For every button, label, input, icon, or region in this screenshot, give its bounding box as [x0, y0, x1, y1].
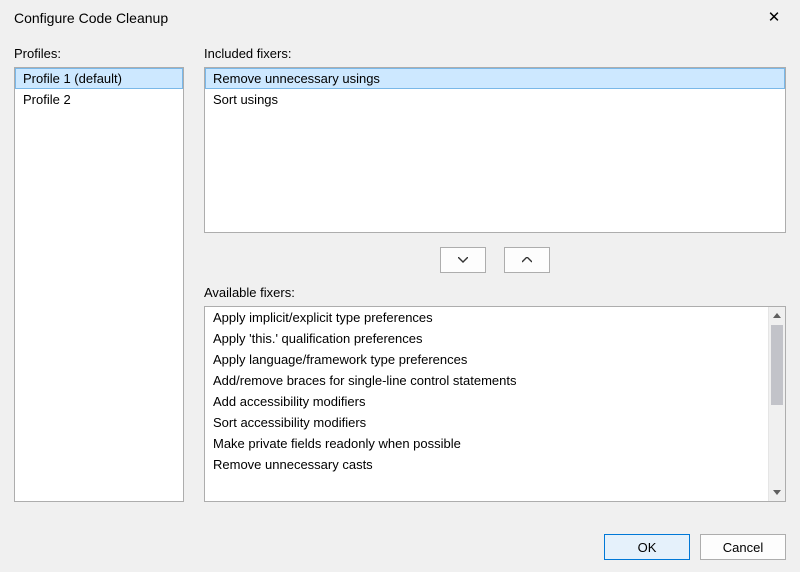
available-item[interactable]: Add/remove braces for single-line contro…	[205, 370, 768, 391]
profiles-listbox[interactable]: Profile 1 (default) Profile 2	[14, 67, 184, 502]
close-icon[interactable]: ✕	[760, 8, 788, 28]
scroll-up-icon[interactable]	[769, 307, 785, 324]
included-listbox[interactable]: Remove unnecessary usings Sort usings	[204, 67, 786, 233]
available-item[interactable]: Remove unnecessary casts	[205, 454, 768, 475]
ok-button[interactable]: OK	[604, 534, 690, 560]
available-item[interactable]: Apply language/framework type preference…	[205, 349, 768, 370]
available-section: Available fixers: Apply implicit/explici…	[204, 285, 786, 502]
scroll-down-icon[interactable]	[769, 484, 785, 501]
titlebar: Configure Code Cleanup ✕	[0, 0, 800, 32]
move-down-button[interactable]	[440, 247, 486, 273]
available-items: Apply implicit/explicit type preferences…	[205, 307, 768, 501]
available-item[interactable]: Add accessibility modifiers	[205, 391, 768, 412]
available-item[interactable]: Apply implicit/explicit type preferences	[205, 307, 768, 328]
cancel-button[interactable]: Cancel	[700, 534, 786, 560]
content-area: Profiles: Profile 1 (default) Profile 2 …	[0, 32, 800, 502]
included-item[interactable]: Sort usings	[205, 89, 785, 110]
profiles-column: Profiles: Profile 1 (default) Profile 2	[14, 46, 184, 502]
window-title: Configure Code Cleanup	[14, 10, 168, 26]
move-buttons	[204, 233, 786, 279]
scroll-thumb[interactable]	[771, 325, 783, 405]
included-label: Included fixers:	[204, 46, 786, 61]
available-listbox[interactable]: Apply implicit/explicit type preferences…	[204, 306, 786, 502]
chevron-down-icon	[458, 255, 468, 266]
available-item[interactable]: Make private fields readonly when possib…	[205, 433, 768, 454]
scrollbar[interactable]	[768, 307, 785, 501]
dialog-footer: OK Cancel	[604, 534, 786, 560]
included-item[interactable]: Remove unnecessary usings	[205, 68, 785, 89]
available-item[interactable]: Apply 'this.' qualification preferences	[205, 328, 768, 349]
available-item[interactable]: Sort accessibility modifiers	[205, 412, 768, 433]
available-label: Available fixers:	[204, 285, 786, 300]
chevron-up-icon	[522, 255, 532, 266]
move-up-button[interactable]	[504, 247, 550, 273]
profile-item[interactable]: Profile 1 (default)	[15, 68, 183, 89]
fixers-column: Included fixers: Remove unnecessary usin…	[204, 46, 786, 502]
profile-item[interactable]: Profile 2	[15, 89, 183, 110]
profiles-label: Profiles:	[14, 46, 184, 61]
